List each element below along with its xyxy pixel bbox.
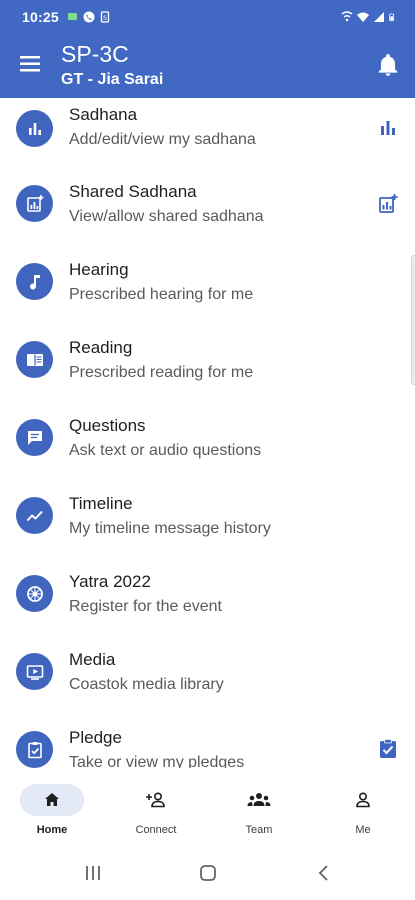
app-header: 10:25 S SP-3C GT - Jia Sarai [0, 0, 415, 98]
list-item-subtitle: My timeline message history [69, 520, 271, 537]
list-item-subtitle: Register for the event [69, 598, 222, 615]
app-titles: SP-3C GT - Jia Sarai [61, 40, 163, 90]
list-item-subtitle: Prescribed reading for me [69, 364, 254, 381]
back-icon[interactable] [309, 862, 339, 884]
bell-icon[interactable] [375, 52, 401, 78]
nav-label: Connect [135, 824, 177, 836]
list-item-title: Yatra 2022 [69, 572, 151, 591]
list-item-title: Questions [69, 416, 146, 435]
nav-label: Me [355, 824, 371, 836]
list-item-subtitle: Take or view my pledges [69, 754, 245, 768]
wifi-icon [357, 12, 369, 22]
list-item-title: Reading [69, 338, 133, 357]
play-icon [16, 653, 53, 690]
home-outline-icon[interactable] [193, 862, 223, 884]
system-navigation [0, 844, 415, 900]
scrollbar-handle[interactable] [411, 255, 415, 385]
list-item-subtitle: View/allow shared sadhana [69, 208, 264, 225]
list-item-title: Sadhana [69, 105, 138, 124]
list-item-subtitle: Add/edit/view my sadhana [69, 131, 256, 148]
list-item-subtitle: Ask text or audio questions [69, 442, 262, 459]
home-icon [20, 784, 84, 816]
list-item-title: Media [69, 650, 116, 669]
trending-icon [16, 497, 53, 534]
vibrate-icon [341, 11, 353, 22]
person-add-icon [124, 784, 188, 816]
bar-chart-icon [381, 121, 395, 135]
chat-icon [16, 419, 53, 456]
signal-icon [374, 12, 384, 22]
clipboard-check-icon [380, 739, 396, 758]
group-icon [227, 784, 291, 816]
list-item-title: Hearing [69, 260, 129, 279]
list-item-sadhana[interactable]: Sadhana Add/edit/view my sadhana [0, 98, 415, 176]
list-item-questions[interactable]: Questions Ask text or audio questions [0, 410, 415, 488]
list-item-reading[interactable]: Reading Prescribed reading for me [0, 332, 415, 410]
list-item-subtitle: Coastok media library [69, 676, 224, 693]
battery-icon [389, 13, 395, 22]
list-item-title: Shared Sadhana [69, 182, 197, 201]
feature-list: Sadhana Add/edit/view my sadhana Shared … [0, 98, 415, 768]
nav-connect[interactable]: Connect [104, 778, 208, 844]
nav-label: Team [245, 824, 273, 836]
list-item-hearing[interactable]: Hearing Prescribed hearing for me [0, 254, 415, 332]
list-item-pledge[interactable]: Pledge Take or view my pledges [0, 722, 415, 768]
chart-add-icon [379, 194, 398, 213]
clipboard-check-icon [16, 731, 53, 768]
status-time: 10:25 [22, 9, 59, 25]
chart-add-icon [16, 185, 53, 222]
phone-call-icon [83, 11, 95, 23]
list-item-shared-sadhana[interactable]: Shared Sadhana View/allow shared sadhana [0, 176, 415, 254]
wheel-icon [16, 575, 53, 612]
sim-icon: S [100, 11, 109, 23]
list-item-subtitle: Prescribed hearing for me [69, 286, 254, 303]
menu-icon[interactable] [16, 52, 44, 76]
chat-bubble-icon [67, 13, 77, 20]
person-icon [331, 784, 395, 816]
nav-team[interactable]: Team [207, 778, 311, 844]
nav-home[interactable]: Home [0, 778, 104, 844]
status-bar: 10:25 S [22, 6, 397, 28]
music-note-icon [16, 263, 53, 300]
svg-text:S: S [103, 15, 107, 22]
bar-chart-icon [16, 110, 53, 147]
list-item-timeline[interactable]: Timeline My timeline message history [0, 488, 415, 566]
nav-label: Home [36, 824, 68, 836]
page-subtitle: GT - Jia Sarai [61, 71, 164, 88]
recents-icon[interactable] [78, 862, 108, 884]
list-item-title: Pledge [69, 728, 122, 747]
book-icon [16, 341, 53, 378]
bottom-navigation: Home Connect Team Me [0, 778, 415, 844]
list-item-yatra[interactable]: Yatra 2022 Register for the event [0, 566, 415, 644]
page-title: SP-3C [61, 41, 129, 67]
list-item-title: Timeline [69, 494, 133, 513]
nav-me[interactable]: Me [311, 778, 415, 844]
list-item-media[interactable]: Media Coastok media library [0, 644, 415, 722]
